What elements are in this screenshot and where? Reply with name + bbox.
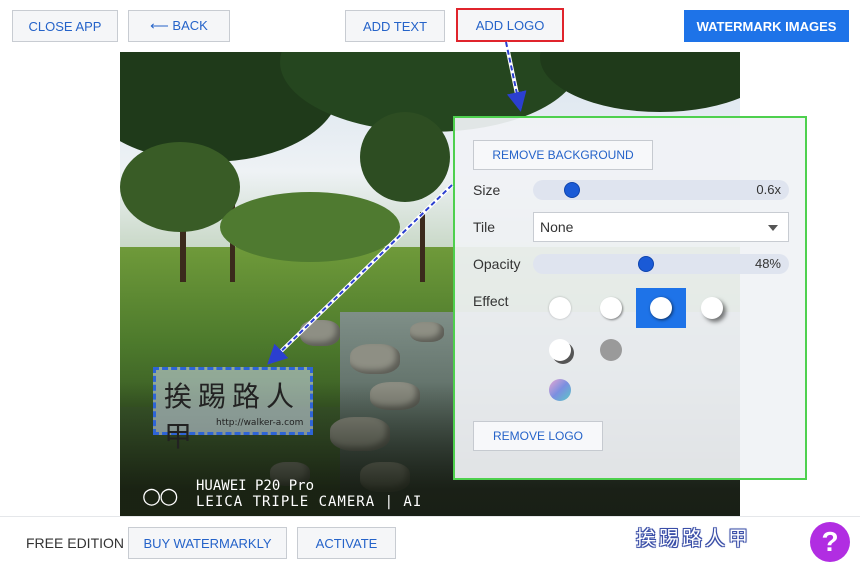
tile-select[interactable]: None	[533, 212, 789, 242]
remove-logo-button[interactable]: REMOVE LOGO	[473, 421, 603, 451]
corner-watermark-text: 挨踢路人甲	[636, 526, 751, 550]
size-value: 0.6x	[756, 182, 781, 197]
effect-hard-shadow[interactable]	[549, 339, 571, 361]
top-toolbar: CLOSE APP ⟵ BACK ADD TEXT ADD LOGO WATER…	[0, 0, 860, 48]
effect-shadow-1[interactable]	[600, 297, 622, 319]
size-slider[interactable]: 0.6x	[533, 180, 789, 200]
size-slider-thumb[interactable]	[564, 183, 579, 197]
camera-lens-text: LEICA TRIPLE CAMERA | AI	[196, 494, 423, 510]
effect-label: Effect	[473, 293, 509, 309]
watermark-images-button[interactable]: WATERMARK IMAGES	[684, 10, 849, 42]
close-app-button[interactable]: CLOSE APP	[12, 10, 118, 42]
activate-button[interactable]: ACTIVATE	[297, 527, 396, 559]
effect-color[interactable]	[549, 379, 571, 401]
rock	[350, 344, 400, 374]
tile-label: Tile	[473, 219, 496, 235]
add-logo-button[interactable]: ADD LOGO	[456, 8, 564, 42]
shrub	[220, 192, 400, 262]
add-text-button[interactable]: ADD TEXT	[345, 10, 445, 42]
size-label: Size	[473, 182, 501, 198]
rock	[300, 320, 340, 346]
tile-select-value: None	[540, 219, 574, 235]
edition-label: FREE EDITION	[26, 535, 125, 551]
logo-watermark-url: http://walker-a.com	[216, 418, 304, 428]
camera-logo-icon: ○○	[142, 484, 178, 509]
opacity-value: 48%	[754, 256, 781, 271]
buy-watermarkly-button[interactable]: BUY WATERMARKLY	[128, 527, 287, 559]
camera-model-text: HUAWEI P20 Pro	[196, 478, 315, 494]
opacity-label: Opacity	[473, 256, 521, 272]
back-button[interactable]: ⟵ BACK	[128, 10, 230, 42]
opacity-slider[interactable]: 48%	[533, 254, 789, 274]
tree-foliage	[360, 112, 450, 202]
remove-background-button[interactable]: REMOVE BACKGROUND	[473, 140, 653, 170]
opacity-slider-thumb[interactable]	[639, 257, 654, 271]
logo-watermark-text: 挨踢路人甲	[164, 380, 301, 453]
dropdown-caret-icon	[768, 225, 778, 231]
effect-plain[interactable]	[549, 297, 571, 319]
rock	[410, 322, 444, 342]
logo-watermark[interactable]: 挨踢路人甲 http://walker-a.com	[153, 367, 313, 453]
effect-gray[interactable]	[600, 339, 622, 361]
effect-shadow-2[interactable]	[650, 297, 672, 319]
logo-settings-panel: REMOVE BACKGROUND Size 0.6x Tile None Op…	[453, 116, 807, 480]
effect-shadow-3[interactable]	[701, 297, 723, 319]
help-icon[interactable]: ?	[810, 522, 850, 562]
tree-trunk	[420, 212, 425, 282]
